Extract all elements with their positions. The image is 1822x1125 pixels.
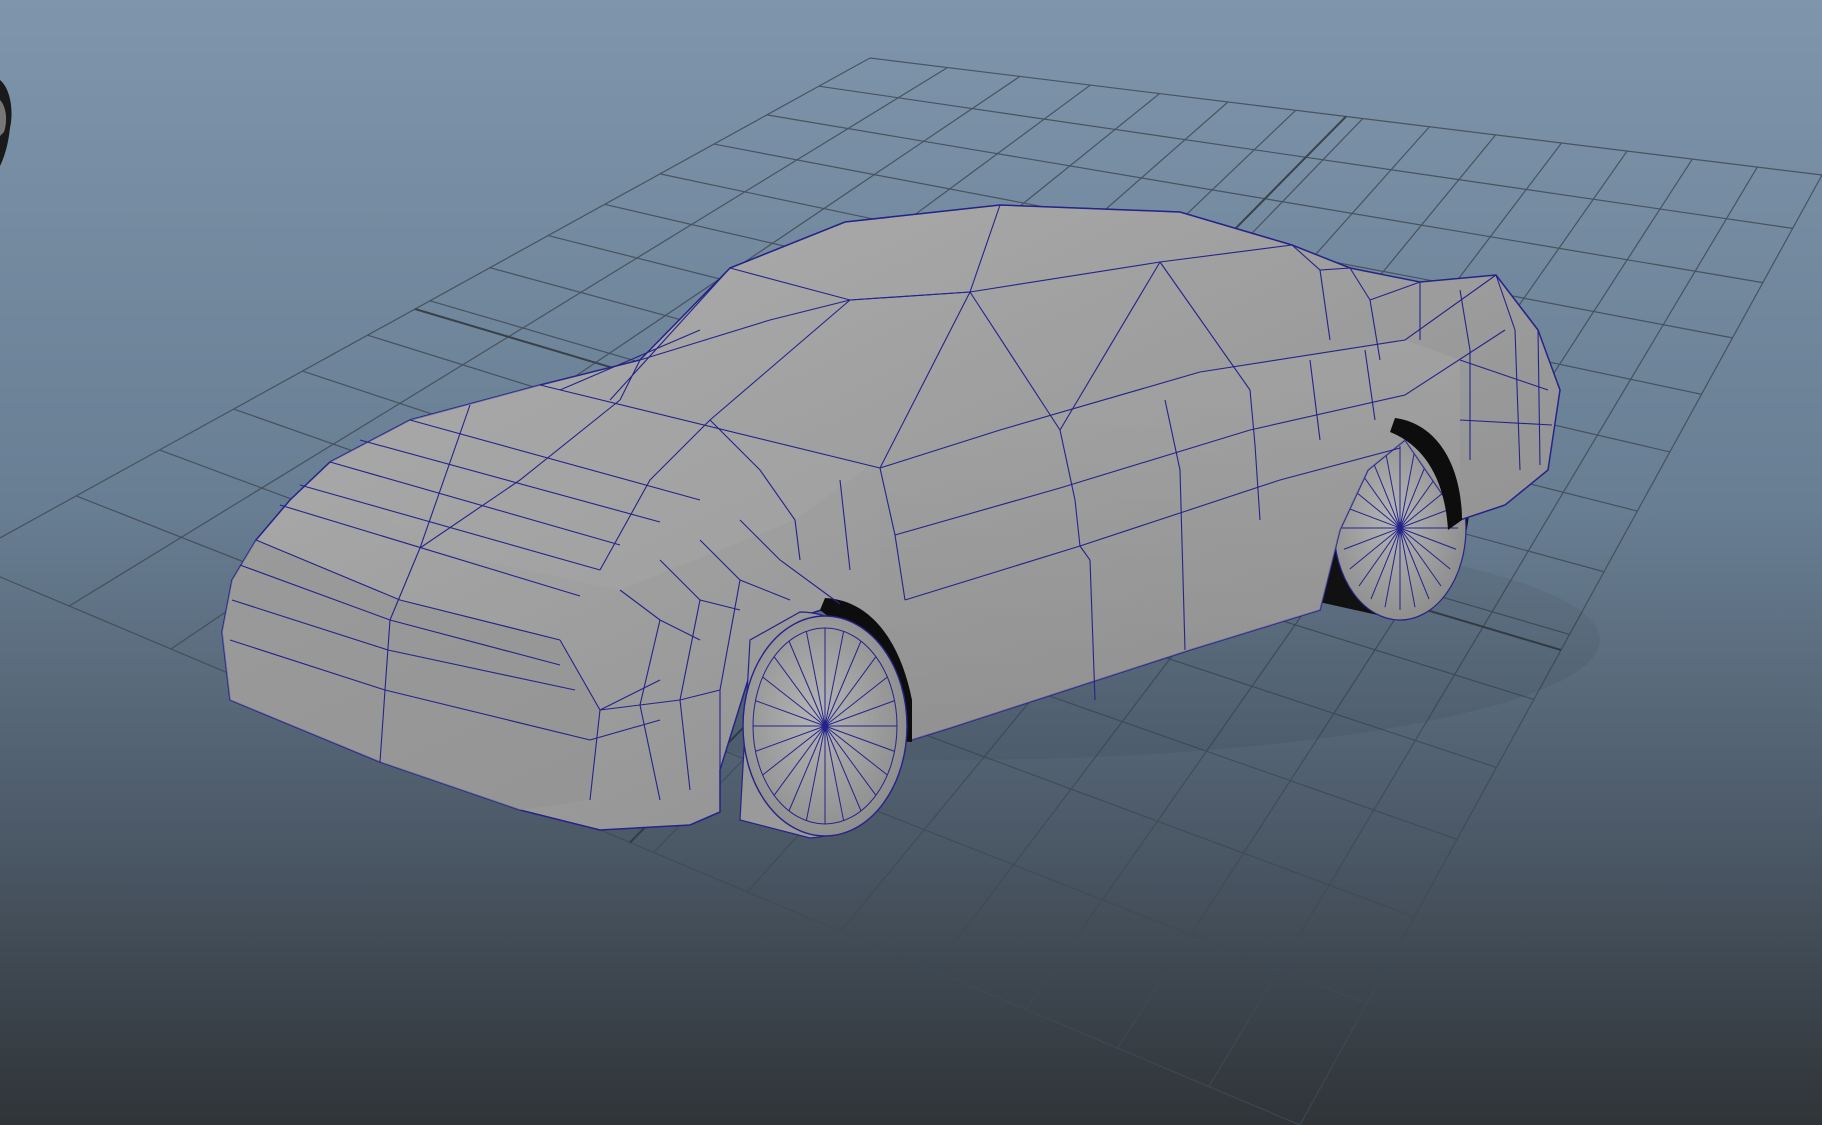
perspective-viewport[interactable] [0, 0, 1822, 1125]
front-wheel[interactable] [739, 611, 908, 839]
front-wheel-spokes [753, 628, 897, 824]
viewport-canvas[interactable] [0, 0, 1822, 1125]
